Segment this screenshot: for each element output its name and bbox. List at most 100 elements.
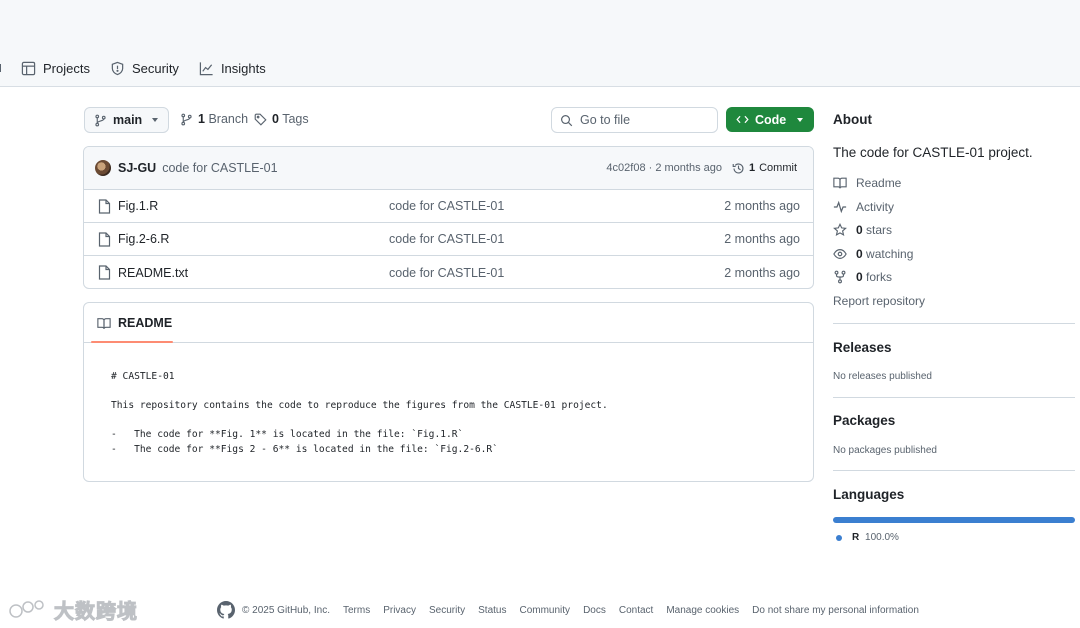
repo-nav: Projects Security Insights	[0, 56, 286, 80]
file-icon	[98, 232, 111, 247]
book-icon	[833, 177, 847, 189]
commit-count-label: Commit	[759, 162, 797, 174]
report-repository-label: Report repository	[833, 294, 926, 308]
readme-line: This repository contains the code to rep…	[111, 400, 608, 412]
code-icon	[736, 115, 749, 124]
footer-link-docs[interactable]: Docs	[583, 605, 606, 616]
table-row: README.txt code for CASTLE-01 2 months a…	[84, 256, 813, 288]
tab-security[interactable]: Security	[110, 61, 179, 76]
go-to-file-input[interactable]: Go to file	[551, 107, 718, 133]
active-tab-indicator	[91, 341, 173, 343]
file-date: 2 months ago	[724, 265, 800, 280]
tab-security-label: Security	[131, 60, 179, 76]
file-name[interactable]: README.txt	[118, 266, 188, 280]
file-name[interactable]: Fig.2-6.R	[118, 232, 169, 246]
eye-icon	[833, 249, 847, 259]
packages-heading[interactable]: Packages	[833, 413, 895, 428]
file-table: SJ-GU code for CASTLE-01 4c02f08 · 2 mon…	[83, 146, 814, 289]
releases-heading[interactable]: Releases	[833, 340, 892, 355]
footer-link-manage-cookies[interactable]: Manage cookies	[666, 605, 739, 616]
footer-link-community[interactable]: Community	[519, 605, 570, 616]
readme-tab-label: README	[118, 316, 173, 330]
language-name: R	[852, 532, 860, 543]
forks-label: forks	[866, 270, 893, 284]
commit-author[interactable]: SJ-GU	[118, 161, 156, 175]
language-color-dot	[836, 534, 842, 541]
readme-panel: README # CASTLE-01​This repository conta…	[83, 302, 814, 482]
chevron-down-icon	[152, 118, 158, 122]
watermark-logo-icon	[9, 599, 44, 618]
file-commit-message[interactable]: code for CASTLE-01	[389, 232, 504, 246]
tab-insights-label: Insights	[220, 60, 266, 76]
packages-empty-text: No packages published	[833, 445, 937, 456]
latest-commit: SJ-GU code for CASTLE-01 4c02f08 · 2 mon…	[84, 147, 813, 190]
readme-content: # CASTLE-01​This repository contains the…	[111, 370, 608, 458]
footer-link-do-not-share[interactable]: Do not share my personal information	[752, 605, 919, 616]
branches-link[interactable]: 1 Branch	[180, 112, 248, 126]
commit-hash[interactable]: 4c02f08 · 2 months ago	[606, 162, 722, 174]
tab-projects[interactable]: Projects	[21, 61, 90, 76]
commit-message[interactable]: code for CASTLE-01	[162, 161, 277, 175]
stars-label: stars	[866, 223, 893, 237]
chevron-down-icon	[797, 117, 803, 122]
footer-copyright: © 2025 GitHub, Inc.	[242, 604, 330, 616]
footer: © 2025 GitHub, Inc. Terms Privacy Securi…	[217, 601, 932, 619]
language-percent: 100.0%	[865, 532, 899, 543]
watching-count: 0	[856, 247, 863, 261]
branch-icon	[95, 114, 106, 126]
pulse-icon	[833, 200, 847, 214]
search-icon	[561, 114, 573, 126]
watching-link[interactable]: 0 watching	[833, 247, 913, 261]
divider	[833, 397, 1075, 398]
file-icon	[98, 199, 111, 214]
file-name[interactable]: Fig.1.R	[118, 199, 158, 213]
tags-link[interactable]: 0 Tags	[254, 112, 309, 126]
branch-icon	[181, 113, 192, 125]
file-commit-message[interactable]: code for CASTLE-01	[389, 199, 504, 213]
table-row: Fig.2-6.R code for CASTLE-01 2 months ag…	[84, 223, 813, 256]
about-heading: About	[833, 112, 872, 127]
activity-link[interactable]: Activity	[833, 200, 894, 214]
readme-link-label: Readme	[856, 176, 902, 190]
tab-insights[interactable]: Insights	[199, 61, 266, 76]
code-button[interactable]: Code	[726, 107, 814, 132]
go-to-file-placeholder: Go to file	[580, 113, 631, 127]
report-repository-link[interactable]: Report repository	[833, 294, 925, 308]
footer-link-security[interactable]: Security	[429, 605, 465, 616]
footer-link-terms[interactable]: Terms	[343, 605, 370, 616]
footer-link-contact[interactable]: Contact	[619, 605, 653, 616]
readme-line: - The code for **Fig. 1** is located in …	[111, 429, 464, 441]
file-date: 2 months ago	[724, 232, 800, 246]
star-icon	[833, 223, 847, 237]
stars-link[interactable]: 0 stars	[833, 223, 892, 237]
nav-divider	[0, 64, 3, 72]
commit-history-link[interactable]: 1 Commit	[732, 162, 797, 175]
code-button-label: Code	[755, 112, 787, 127]
branch-selector[interactable]: main	[84, 107, 169, 133]
footer-link-status[interactable]: Status	[478, 605, 506, 616]
branch-label: Branch	[208, 112, 249, 126]
watermark-text: 大数跨境	[54, 601, 138, 624]
tag-count: 0	[272, 112, 279, 126]
language-r[interactable]: R 100.0%	[836, 532, 899, 543]
stars-count: 0	[856, 223, 863, 237]
branch-count: 1	[198, 112, 205, 126]
activity-link-label: Activity	[856, 200, 895, 214]
file-icon	[98, 265, 111, 280]
tab-projects-label: Projects	[43, 60, 90, 76]
file-date: 2 months ago	[724, 199, 800, 213]
tag-icon	[254, 113, 267, 126]
forks-count: 0	[856, 270, 863, 284]
file-commit-message[interactable]: code for CASTLE-01	[389, 266, 504, 280]
footer-link-privacy[interactable]: Privacy	[383, 605, 416, 616]
github-logo-icon[interactable]	[217, 601, 235, 619]
forks-link[interactable]: 0 forks	[833, 270, 892, 284]
avatar[interactable]	[95, 160, 111, 176]
tab-readme[interactable]: README	[97, 316, 172, 330]
branch-name: main	[113, 113, 143, 127]
watching-label: watching	[866, 247, 914, 261]
readme-line: ​	[111, 414, 608, 429]
readme-link[interactable]: Readme	[833, 176, 901, 190]
divider	[833, 323, 1075, 324]
commit-count: 1	[748, 162, 756, 174]
